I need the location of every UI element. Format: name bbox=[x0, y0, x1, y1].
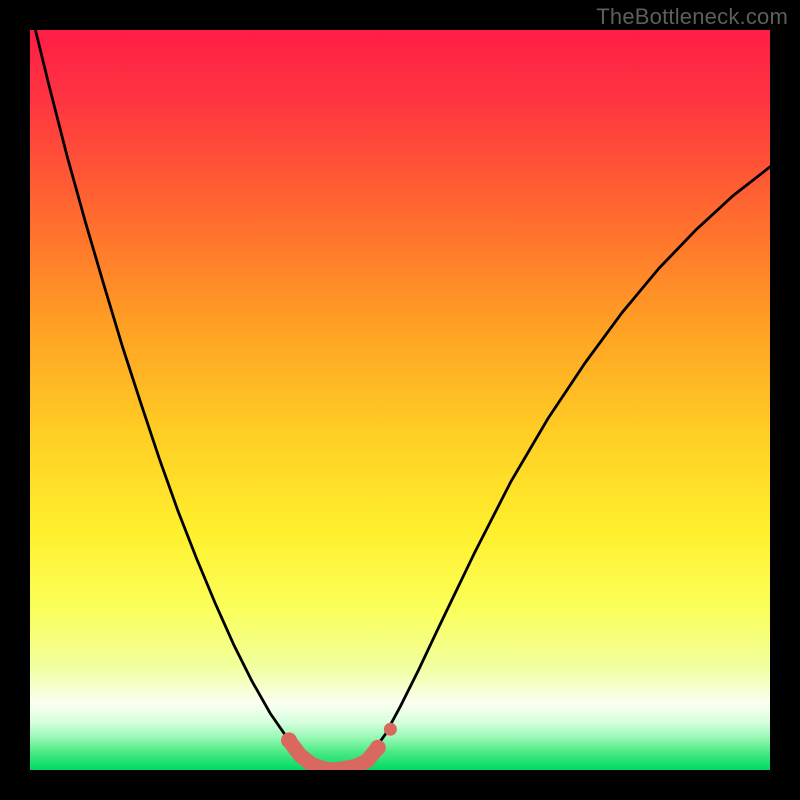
plot-area bbox=[30, 30, 770, 770]
watermark: TheBottleneck.com bbox=[596, 4, 788, 30]
fit-range-end-dot bbox=[370, 740, 386, 756]
chart-frame: TheBottleneck.com bbox=[0, 0, 800, 800]
fit-range-start-dot bbox=[281, 732, 297, 748]
chart-svg bbox=[30, 30, 770, 770]
fit-range-outlier-dot bbox=[384, 723, 397, 736]
